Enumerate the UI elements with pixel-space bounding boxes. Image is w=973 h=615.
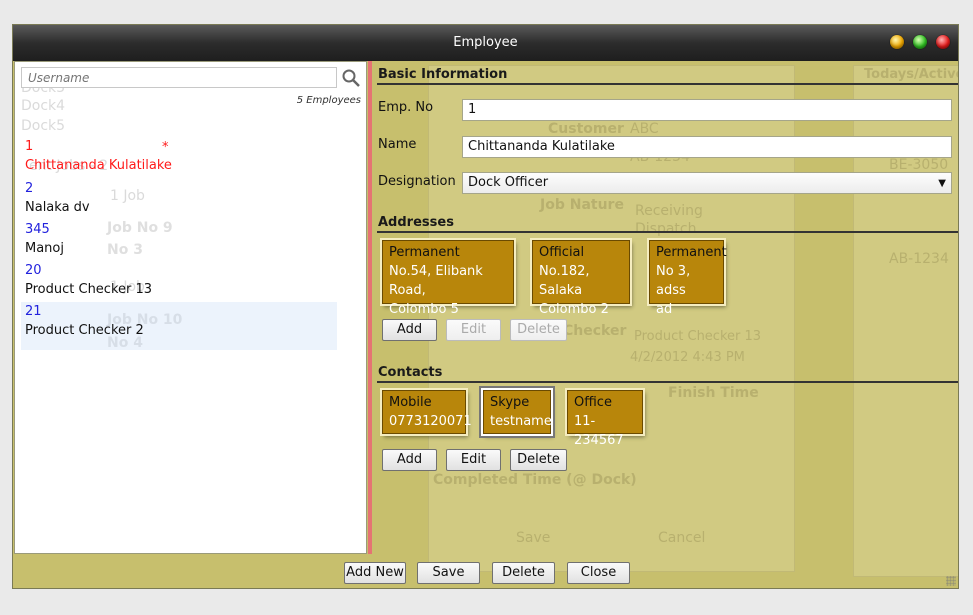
address-type: Permanent [389,245,460,260]
address-line1: No.54, Elibank Road, [389,264,483,298]
name-value: Chittananda Kulatilake [468,139,615,154]
contact-value: 11-234567 [574,414,624,448]
addresses-divider [377,231,958,233]
employee-list-item[interactable]: 2 Nalaka dv [25,181,90,222]
resize-grip-icon[interactable] [946,576,956,586]
employee-count: 5 Employees [296,95,361,106]
title-bar[interactable]: Employee [13,25,958,61]
employee-name: Nalaka dv [25,200,90,215]
ghost-job-no-9: Job No 9 [107,220,173,236]
address-edit-button[interactable]: Edit [446,319,501,341]
contact-type: Skype [490,395,530,410]
delete-button[interactable]: Delete [492,562,555,584]
emp-no-value: 1 [468,102,477,117]
window-title: Employee [453,35,518,50]
emp-no-field[interactable]: 1 [462,99,952,121]
address-card[interactable]: Permanent No.54, Elibank Road, Colombo 5 [382,240,514,317]
ghost-vehicle-no-3: AB-1234 [889,251,949,267]
address-line1: No.182, Salaka [539,264,590,298]
employee-number: 345 [25,222,50,237]
ghost-save-label: Save [516,530,551,546]
minimize-button[interactable] [890,35,904,49]
ghost-checker-label: Checker [563,323,627,339]
employee-list-panel: Dock3 Dock4 Dock5 ent Jobs - 2 1 Job Job… [14,61,367,554]
contacts-divider [377,381,958,383]
ghost-customer-label: Customer [548,121,624,137]
employee-number: 1 [25,139,34,154]
contact-card[interactable]: Office 11-234567 [567,390,643,448]
contact-delete-button[interactable]: Delete [510,449,567,471]
addresses-heading: Addresses [378,215,454,230]
ghost-dock5: Dock5 [21,118,66,134]
contacts-heading: Contacts [378,365,443,380]
employee-name: Chittananda Kulatilake [25,158,172,173]
basic-info-heading: Basic Information [378,67,508,82]
save-button[interactable]: Save [417,562,480,584]
address-card[interactable]: Official No.182, Salaka Colombo 2 [532,240,630,317]
employee-list-item[interactable]: 345 Manoj [25,222,64,263]
close-window-button[interactable] [936,35,950,49]
contact-card[interactable]: Mobile 0773120071 [382,390,472,434]
employee-list-item[interactable]: 21 Product Checker 2 [25,304,144,345]
employee-list-item[interactable]: 1 Chittananda Kulatilake [25,139,172,180]
name-field[interactable]: Chittananda Kulatilake [462,136,952,158]
ghost-todays-active-label: Todays/Active [864,67,959,82]
add-new-button[interactable]: Add New [344,562,406,584]
employee-name: Manoj [25,241,64,256]
address-card[interactable]: Permanent No 3, adss ad [649,240,727,317]
basic-info-divider [377,83,958,85]
employee-number: 21 [25,304,42,319]
designation-value: Dock Officer [468,175,549,190]
contact-value: testname [490,414,552,429]
name-label: Name [378,137,417,152]
address-line2: ad [656,302,673,317]
address-line1: No 3, adss [656,264,691,298]
panel-splitter[interactable] [368,61,372,554]
required-star: * [162,140,169,155]
address-add-button[interactable]: Add [382,319,437,341]
address-type: Official [539,245,585,260]
employee-list-item[interactable]: 20 Product Checker 13 [25,263,152,304]
contact-value: 0773120071 [389,414,472,429]
ghost-checker-time: 4/2/2012 4:43 PM [630,350,745,365]
address-line2: Colombo 5 [389,302,459,317]
ghost-job-nature-1: Receiving [635,203,703,219]
employee-name: Product Checker 13 [25,282,153,297]
search-input[interactable] [21,67,337,88]
address-type: Permanent [656,245,727,260]
ghost-customer-value: ABC [630,121,659,137]
ghost-job-nature-2: Dispatch [635,221,697,237]
address-line2: Colombo 2 [539,302,609,317]
contact-add-button[interactable]: Add [382,449,437,471]
window-controls [890,35,950,49]
employee-name: Product Checker 2 [25,323,144,338]
contact-card[interactable]: Skype testname [483,390,552,434]
ghost-finish-time-label: Finish Time [668,385,759,401]
ghost-job-nature-label: Job Nature [540,197,624,213]
employee-number: 20 [25,263,42,278]
ghost-dock4: Dock4 [21,98,66,114]
ghost-checker-value: Product Checker 13 [634,329,762,344]
contact-type: Mobile [389,395,432,410]
maximize-button[interactable] [913,35,927,49]
ghost-cancel-label: Cancel [658,530,706,546]
contact-type: Office [574,395,612,410]
employee-number: 2 [25,181,34,196]
emp-no-label: Emp. No [378,100,434,115]
dropdown-arrow-icon: ▼ [938,178,946,189]
employee-window: Employee Customer ABC AB-1234 Job Nature… [12,24,959,589]
ghost-no-3: No 3 [107,242,143,258]
ghost-completed-time-label: Completed Time (@ Dock) [433,472,637,488]
ghost-one-job-1: 1 Job [110,188,145,204]
close-button[interactable]: Close [567,562,630,584]
designation-label: Designation [378,174,456,189]
ghost-vehicle-no-2: BE-3050 [889,157,949,173]
search-icon[interactable] [341,68,361,88]
address-delete-button[interactable]: Delete [510,319,567,341]
designation-select[interactable]: Dock Officer ▼ [462,172,952,194]
contact-edit-button[interactable]: Edit [446,449,501,471]
